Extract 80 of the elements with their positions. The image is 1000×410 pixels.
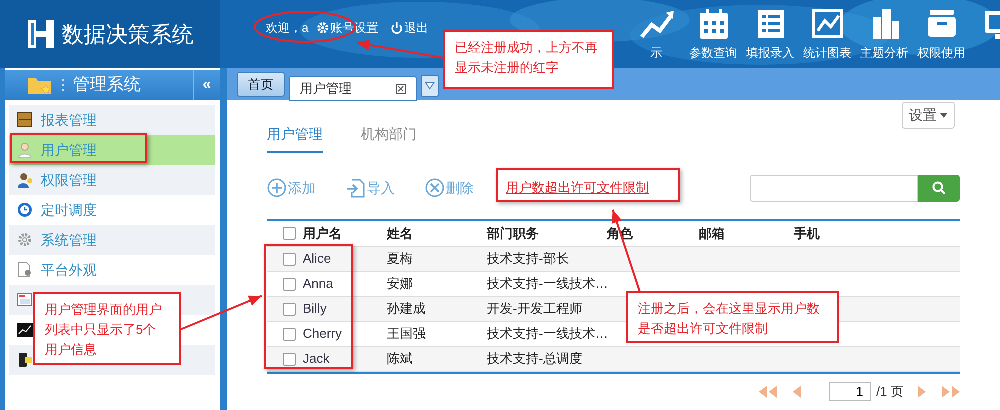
row-checkbox[interactable]: [283, 302, 296, 316]
line-chart-icon[interactable]: [810, 6, 844, 40]
toolbar-button[interactable]: 添加: [267, 178, 316, 198]
select-all-checkbox[interactable]: [283, 227, 296, 240]
toolbar-button[interactable]: 删除: [425, 178, 474, 198]
close-icon[interactable]: [396, 84, 406, 94]
callout-note: 用户管理界面的用户列表中只显示了5个用户信息: [33, 292, 181, 365]
column-header: 用户名: [303, 224, 342, 243]
table-cell-text: Billy: [303, 300, 327, 318]
welcome-text: 欢迎，a: [266, 20, 309, 36]
callout-note: 已经注册成功，上方不再显示未注册的红字: [443, 30, 614, 89]
window-icon[interactable]: [17, 292, 33, 308]
drag-handle-icon: [61, 78, 65, 92]
document-gear-icon[interactable]: [17, 262, 33, 278]
column-header: 部门职务: [487, 224, 539, 243]
table-cell-text: 技术支持-一线技术…: [487, 325, 608, 344]
tab[interactable]: 用户管理: [289, 76, 417, 101]
table-cell-text: Alice: [303, 250, 332, 268]
sidebar-item[interactable]: 权限管理: [9, 165, 215, 195]
logo-icon: [28, 20, 54, 48]
sidebar-title: 管理系统: [73, 74, 141, 96]
logout-link[interactable]: 退出: [390, 18, 429, 36]
tab-menu-button[interactable]: [421, 75, 439, 97]
table-cell-text: 夏梅: [387, 250, 413, 268]
row-checkbox[interactable]: [283, 252, 296, 266]
search-button[interactable]: [918, 174, 960, 202]
column-header: 邮箱: [699, 224, 725, 243]
row-checkbox[interactable]: [283, 352, 296, 366]
table-cell-text: Anna: [303, 275, 334, 294]
caret-icon: [425, 82, 435, 90]
column-header: 手机: [794, 224, 820, 243]
table-cell-text: Cherry: [303, 325, 342, 344]
table-cell-text: Jack: [303, 350, 330, 368]
delete-circle-icon: [425, 178, 445, 198]
tab[interactable]: 首页: [237, 72, 285, 97]
subtab[interactable]: 机构部门: [361, 124, 417, 153]
sidebar-item[interactable]: 系统管理: [9, 225, 215, 255]
row-checkbox[interactable]: [283, 278, 296, 290]
license-warning-link[interactable]: 用户数超出许可文件限制: [506, 178, 649, 198]
user-key-icon[interactable]: [17, 172, 33, 188]
toolbar-button[interactable]: 导入: [346, 178, 395, 198]
row-checkbox[interactable]: [283, 328, 296, 340]
sidebar-item[interactable]: 用户管理: [9, 135, 215, 165]
sidebar-item[interactable]: 报表管理: [9, 105, 215, 135]
nav-label[interactable]: 主题分析: [860, 44, 908, 62]
clock-icon[interactable]: [17, 202, 33, 218]
cabinet-icon[interactable]: [17, 112, 33, 128]
page-number-field[interactable]: 1: [828, 382, 871, 402]
import-icon: [346, 178, 366, 198]
callout-note: 注册之后，会在这里显示用户数是否超出许可文件限制: [626, 291, 839, 343]
table-cell-text: 孙建成: [387, 300, 426, 318]
nav-label[interactable]: 参数查询: [690, 44, 738, 62]
settings-button[interactable]: 设置: [902, 102, 955, 129]
table-cell-text: 技术支持-部长: [487, 250, 570, 268]
table-cell-text: 王国强: [387, 325, 426, 344]
page-total: /1 页: [876, 383, 904, 401]
folder-icon: [27, 75, 53, 95]
table-cell-text: 技术支持-总调度: [487, 350, 582, 368]
column-header: 姓名: [387, 224, 413, 243]
gear-icon[interactable]: [17, 232, 33, 248]
subtab[interactable]: 用户管理: [267, 124, 323, 153]
nav-label[interactable]: 填报录入: [746, 44, 794, 62]
nav-label[interactable]: 示: [650, 44, 662, 62]
search-field[interactable]: [750, 174, 918, 202]
table-cell-text: 安娜: [387, 275, 413, 294]
table-cell-text: 开发-开发工程师: [487, 300, 582, 318]
user-icon[interactable]: [17, 142, 33, 158]
phone-lock-icon[interactable]: [17, 352, 33, 368]
caret-icon: [940, 113, 948, 118]
graph-icon[interactable]: [17, 322, 33, 338]
table-cell-text: 陈斌: [387, 350, 413, 368]
gear-icon: [316, 22, 329, 34]
search-icon: [932, 181, 946, 195]
power-icon: [390, 22, 403, 34]
app-title: 数据决策系统: [62, 20, 194, 48]
table-cell-text: 技术支持-一线技术…: [487, 275, 608, 294]
plus-circle-icon: [267, 178, 287, 198]
collapse-button[interactable]: «: [193, 70, 220, 100]
nav-label[interactable]: 权限使用: [918, 44, 966, 62]
nav-label[interactable]: 统计图表: [804, 44, 852, 62]
